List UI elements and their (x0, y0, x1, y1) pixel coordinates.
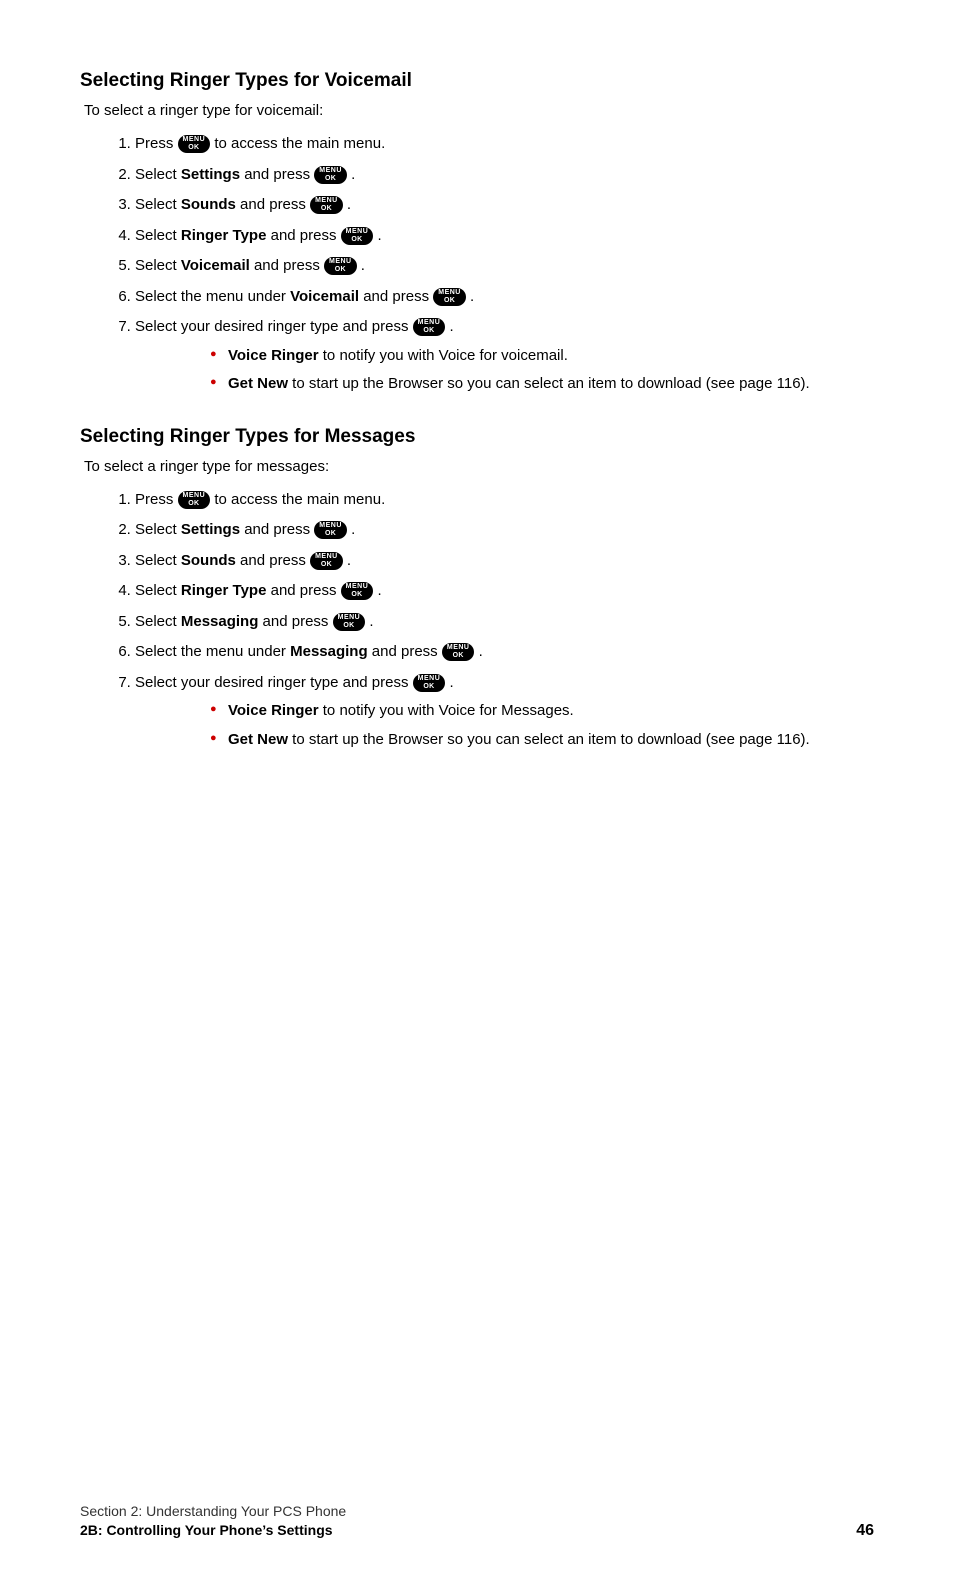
voicemail-section: Selecting Ringer Types for Voicemail To … (80, 70, 874, 396)
voicemail-step-2: Select Settings and press MENU OK . (135, 164, 874, 187)
voicemail-step-4: Select Ringer Type and press MENU OK . (135, 225, 874, 248)
menu-ok-button-m6: MENU OK (442, 643, 475, 661)
footer-section-label: Section 2: Understanding Your PCS Phone (80, 1503, 874, 1519)
messages-bullet-1: Voice Ringer to notify you with Voice fo… (210, 700, 874, 723)
messages-step-6: Select the menu under Messaging and pres… (135, 641, 874, 664)
voicemail-intro: To select a ringer type for voicemail: (84, 102, 874, 119)
messages-section: Selecting Ringer Types for Messages To s… (80, 426, 874, 752)
messages-title: Selecting Ringer Types for Messages (80, 426, 874, 448)
menu-ok-button-v4: MENU OK (341, 227, 374, 245)
messages-step-4: Select Ringer Type and press MENU OK . (135, 580, 874, 603)
menu-ok-button-m7: MENU OK (413, 674, 446, 692)
messages-steps-list: Press MENU OK to access the main menu. S… (135, 489, 874, 752)
menu-ok-button-m5: MENU OK (333, 613, 366, 631)
page-footer: Section 2: Understanding Your PCS Phone … (80, 1503, 874, 1540)
footer-page-number: 46 (856, 1522, 874, 1540)
menu-ok-button-v7: MENU OK (413, 318, 446, 336)
footer-chapter-label: 2B: Controlling Your Phone’s Settings (80, 1522, 333, 1538)
voicemail-step-1: Press MENU OK to access the main menu. (135, 133, 874, 156)
messages-bullet-2: Get New to start up the Browser so you c… (210, 729, 874, 752)
voicemail-title: Selecting Ringer Types for Voicemail (80, 70, 874, 92)
voicemail-step-7: Select your desired ringer type and pres… (135, 316, 874, 396)
voicemail-step-3: Select Sounds and press MENU OK . (135, 194, 874, 217)
menu-ok-button-v3: MENU OK (310, 196, 343, 214)
footer-bottom-row: 2B: Controlling Your Phone’s Settings 46 (80, 1522, 874, 1540)
messages-step-7: Select your desired ringer type and pres… (135, 672, 874, 752)
voicemail-bullet-1: Voice Ringer to notify you with Voice fo… (210, 345, 874, 368)
menu-ok-button-m3: MENU OK (310, 552, 343, 570)
messages-step-5: Select Messaging and press MENU OK . (135, 611, 874, 634)
messages-step-3: Select Sounds and press MENU OK . (135, 550, 874, 573)
messages-step-2: Select Settings and press MENU OK . (135, 519, 874, 542)
menu-ok-button-m2: MENU OK (314, 521, 347, 539)
messages-bullet-list: Voice Ringer to notify you with Voice fo… (210, 700, 874, 751)
menu-ok-button-v5: MENU OK (324, 257, 357, 275)
messages-intro: To select a ringer type for messages: (84, 458, 874, 475)
messages-step-1: Press MENU OK to access the main menu. (135, 489, 874, 512)
voicemail-steps-list: Press MENU OK to access the main menu. S… (135, 133, 874, 396)
voicemail-bullet-2: Get New to start up the Browser so you c… (210, 373, 874, 396)
menu-ok-button-m4: MENU OK (341, 582, 374, 600)
voicemail-step-6: Select the menu under Voicemail and pres… (135, 286, 874, 309)
menu-ok-button-v6: MENU OK (433, 288, 466, 306)
menu-ok-button-v2: MENU OK (314, 166, 347, 184)
menu-ok-button-m1: MENU OK (178, 491, 211, 509)
voicemail-step-5: Select Voicemail and press MENU OK . (135, 255, 874, 278)
menu-ok-button-v1: MENU OK (178, 135, 211, 153)
voicemail-bullet-list: Voice Ringer to notify you with Voice fo… (210, 345, 874, 396)
